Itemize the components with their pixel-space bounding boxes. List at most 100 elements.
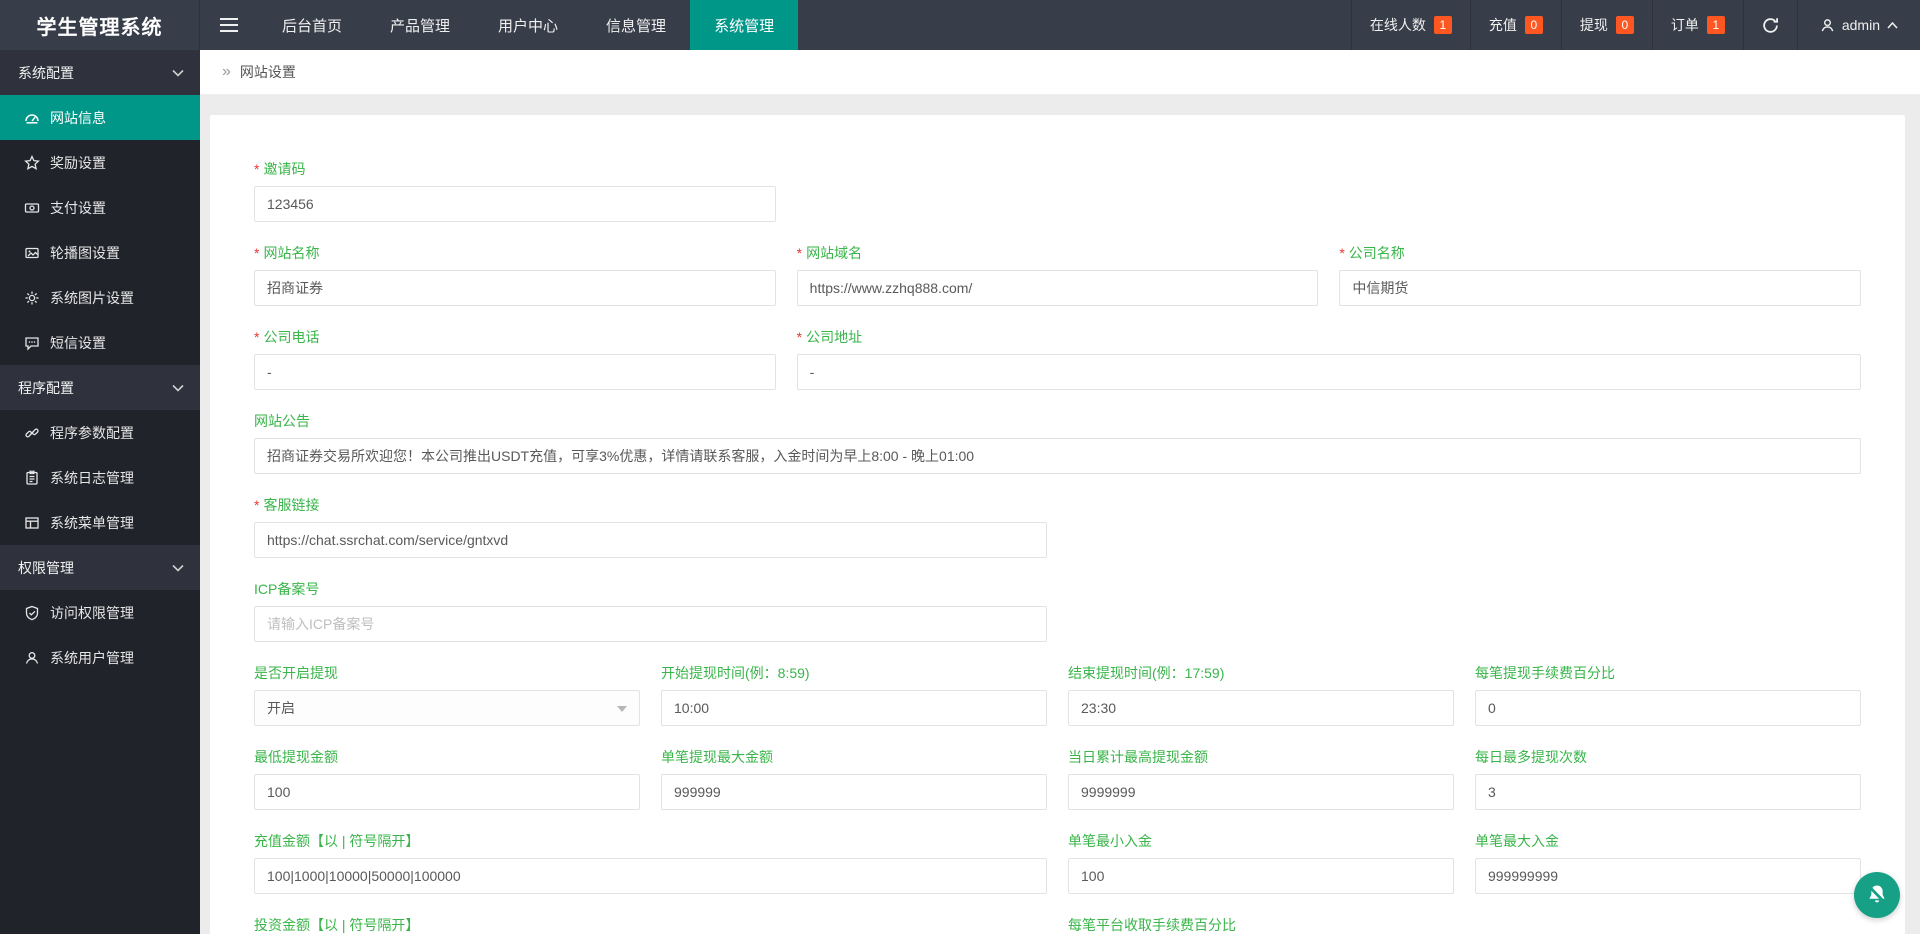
user-name: admin — [1841, 17, 1880, 33]
service-link-input[interactable] — [254, 522, 1047, 558]
withdraw-max-daily-input[interactable] — [1068, 774, 1454, 810]
field-label: 单笔最小入金 — [1068, 833, 1152, 849]
sidebar-item-label: 程序参数配置 — [50, 424, 134, 441]
field-label: 每日最多提现次数 — [1474, 749, 1587, 765]
sidebar-item-system-users[interactable]: 系统用户管理 — [0, 635, 200, 680]
sidebar-item-sms-settings[interactable]: 短信设置 — [0, 320, 200, 365]
field-deposit-max: 单笔最大入金 — [1474, 832, 1861, 894]
chevron-up-icon — [1887, 21, 1898, 29]
section-title: 程序配置 — [18, 379, 74, 396]
tab-info[interactable]: 信息管理 — [582, 0, 690, 50]
stat-withdraw[interactable]: 提现 0 — [1560, 0, 1652, 50]
field-label: * 公司地址 — [796, 329, 863, 345]
chevron-down-icon — [617, 706, 627, 712]
hamburger-menu-button[interactable] — [200, 0, 258, 50]
invite-code-input[interactable] — [254, 186, 776, 222]
company-address-input[interactable] — [796, 354, 1861, 390]
tab-user-center[interactable]: 用户中心 — [474, 0, 582, 50]
sidebar: 系统配置 网站信息 奖励设置 支付设置 轮播图设置 系统图片设置 短信设置 程序… — [0, 50, 200, 934]
chevron-down-icon — [172, 564, 184, 572]
site-name-input[interactable] — [254, 270, 776, 306]
breadcrumb: » 网站设置 — [200, 50, 1920, 95]
tab-dashboard[interactable]: 后台首页 — [258, 0, 366, 50]
field-company-address: * 公司地址 — [796, 328, 1861, 390]
sidebar-item-system-menus[interactable]: 系统菜单管理 — [0, 500, 200, 545]
sidebar-item-system-logs[interactable]: 系统日志管理 — [0, 455, 200, 500]
field-label: * 公司名称 — [1339, 245, 1405, 261]
user-menu[interactable]: admin — [1796, 0, 1920, 50]
sidebar-item-carousel-settings[interactable]: 轮播图设置 — [0, 230, 200, 275]
withdraw-times-input[interactable] — [1474, 774, 1861, 810]
field-withdraw-start: 开始提现时间(例：8:59) — [661, 664, 1047, 726]
field-withdraw-enabled: 是否开启提现 开启 — [254, 664, 640, 726]
field-withdraw-end: 结束提现时间(例：17:59) — [1068, 664, 1454, 726]
stat-badge: 0 — [1524, 16, 1543, 34]
field-withdraw-fee: 每笔提现手续费百分比 — [1474, 664, 1861, 726]
sidebar-item-program-params[interactable]: 程序参数配置 — [0, 410, 200, 455]
stat-orders[interactable]: 订单 1 — [1651, 0, 1743, 50]
recharge-amounts-input[interactable] — [254, 858, 1047, 894]
withdraw-start-input[interactable] — [661, 690, 1047, 726]
sidebar-section-program-config[interactable]: 程序配置 — [0, 365, 200, 410]
field-label: 充值金额【以 | 符号隔开】 — [254, 833, 420, 849]
field-label: 投资金额【以 | 符号隔开】 — [254, 917, 420, 933]
sidebar-item-access-permissions[interactable]: 访问权限管理 — [0, 590, 200, 635]
sidebar-item-reward-settings[interactable]: 奖励设置 — [0, 140, 200, 185]
sidebar-item-payment-settings[interactable]: 支付设置 — [0, 185, 200, 230]
settings-form: *邀请码 *网站名称 *网站域名 *公司名称 *公司电话 — [254, 160, 1861, 934]
field-label: 每笔提现手续费百分比 — [1474, 665, 1615, 681]
field-label: 开始提现时间(例：8:59) — [661, 665, 810, 681]
field-withdraw-max-single: 单笔提现最大金额 — [661, 748, 1047, 810]
tab-system[interactable]: 系统管理 — [690, 0, 799, 50]
top-bar: 学生管理系统 后台首页 产品管理 用户中心 信息管理 系统管理 在线人数 1 充… — [0, 0, 1920, 50]
announcement-input[interactable] — [254, 438, 1861, 474]
notification-mute-button[interactable] — [1854, 872, 1900, 918]
company-phone-input[interactable] — [254, 354, 776, 390]
site-domain-input[interactable] — [796, 270, 1319, 306]
field-label: * 公司电话 — [254, 329, 320, 345]
sidebar-item-label: 系统图片设置 — [50, 289, 134, 306]
chevron-down-icon — [172, 384, 184, 392]
withdraw-fee-input[interactable] — [1474, 690, 1861, 726]
stat-online-users[interactable]: 在线人数 1 — [1350, 0, 1470, 50]
sidebar-item-label: 访问权限管理 — [50, 604, 134, 621]
required-asterisk: * — [796, 329, 803, 345]
stat-badge: 1 — [1706, 16, 1725, 34]
top-nav: 后台首页 产品管理 用户中心 信息管理 系统管理 — [258, 0, 799, 50]
stat-recharge[interactable]: 充值 0 — [1469, 0, 1561, 50]
stat-badge: 0 — [1615, 16, 1634, 34]
log-icon — [26, 470, 38, 485]
required-asterisk: * — [1339, 245, 1345, 261]
top-bar-right: 在线人数 1 充值 0 提现 0 订单 1 admin — [1350, 0, 1920, 50]
sidebar-item-website-info[interactable]: 网站信息 — [0, 95, 200, 140]
withdraw-min-input[interactable] — [254, 774, 640, 810]
stat-label: 充值 — [1488, 17, 1517, 33]
settings-form-card: *邀请码 *网站名称 *网站域名 *公司名称 *公司电话 — [210, 115, 1905, 934]
field-deposit-min: 单笔最小入金 — [1068, 832, 1454, 894]
bell-slash-icon — [1868, 885, 1886, 904]
sidebar-section-permissions[interactable]: 权限管理 — [0, 545, 200, 590]
required-asterisk: * — [254, 161, 260, 177]
deposit-min-input[interactable] — [1068, 858, 1454, 894]
field-invite-code: * 邀请码 — [254, 160, 776, 222]
shield-icon — [25, 605, 39, 620]
icp-input[interactable] — [254, 606, 1047, 642]
sidebar-section-system-config[interactable]: 系统配置 — [0, 50, 200, 95]
withdraw-enabled-select[interactable]: 开启 — [254, 690, 640, 726]
withdraw-max-single-input[interactable] — [661, 774, 1047, 810]
refresh-button[interactable] — [1742, 0, 1797, 50]
sidebar-item-system-images[interactable]: 系统图片设置 — [0, 275, 200, 320]
company-name-input[interactable] — [1339, 270, 1861, 306]
tab-products[interactable]: 产品管理 — [366, 0, 474, 50]
field-withdraw-min: 最低提现金额 — [254, 748, 640, 810]
field-label: * 邀请码 — [254, 161, 306, 177]
app-title: 学生管理系统 — [0, 0, 200, 50]
deposit-max-input[interactable] — [1474, 858, 1861, 894]
field-company-phone: * 公司电话 — [254, 328, 776, 390]
field-label: * 网站名称 — [254, 245, 320, 261]
withdraw-end-input[interactable] — [1068, 690, 1454, 726]
section-title: 系统配置 — [18, 64, 74, 81]
stat-label: 在线人数 — [1369, 17, 1426, 33]
chevron-down-icon — [172, 69, 184, 77]
message-icon — [25, 336, 39, 351]
